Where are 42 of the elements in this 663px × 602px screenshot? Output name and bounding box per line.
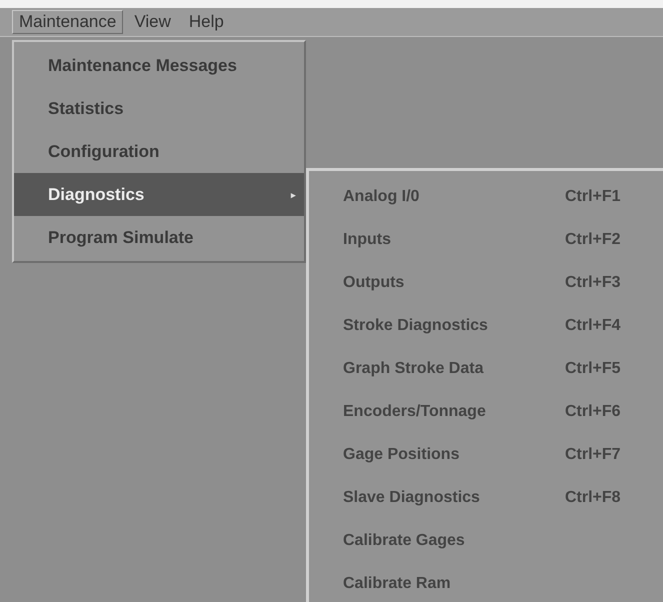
menu-bar-item[interactable]: View bbox=[127, 10, 178, 34]
menu-item-label: Statistics bbox=[48, 98, 124, 118]
menu-item-label: Outputs bbox=[343, 274, 406, 292]
menu-item-label: Gage Positions bbox=[343, 446, 460, 464]
menu-item-label: Analog I/0 bbox=[343, 188, 420, 206]
menu-item-label: Configuration bbox=[48, 142, 160, 162]
menu-bar-item[interactable]: Maintenance bbox=[12, 10, 124, 34]
shortcut-label: Ctrl+F4 bbox=[565, 316, 622, 334]
menu-item[interactable]: Program Simulate bbox=[14, 216, 304, 259]
submenu-item[interactable]: Analog I/0 Ctrl+F1 bbox=[309, 175, 663, 218]
submenu-item[interactable]: Stroke Diagnostics Ctrl+F4 bbox=[309, 304, 663, 347]
submenu-arrow-icon: ▸ bbox=[291, 190, 296, 200]
menu-item[interactable]: Configuration bbox=[14, 130, 304, 173]
menu-item[interactable]: Maintenance Messages bbox=[14, 44, 304, 87]
menu-bar-item[interactable]: Help bbox=[182, 10, 231, 34]
submenu-item[interactable]: Calibrate Gages bbox=[309, 519, 663, 562]
menu-item[interactable]: Diagnostics ▸ bbox=[14, 173, 304, 216]
menu-item-label: Encoders/Tonnage bbox=[343, 402, 487, 420]
menu-item-label: Inputs bbox=[343, 230, 392, 248]
shortcut-label: Ctrl+F2 bbox=[565, 230, 622, 248]
shortcut-label: Ctrl+F6 bbox=[565, 402, 622, 420]
shortcut-label: Ctrl+F8 bbox=[565, 488, 622, 506]
menu-item-label: Diagnostics bbox=[48, 184, 144, 204]
submenu-item[interactable]: Graph Stroke Data Ctrl+F5 bbox=[309, 347, 663, 390]
submenu-item[interactable]: Inputs Ctrl+F2 bbox=[309, 218, 663, 261]
menu-item-label: Stroke Diagnostics bbox=[343, 316, 489, 334]
shortcut-label: Ctrl+F1 bbox=[565, 188, 622, 206]
menu-item-label: Maintenance Messages bbox=[48, 56, 237, 76]
shortcut-label: Ctrl+F3 bbox=[565, 274, 622, 292]
submenu-item[interactable]: Outputs Ctrl+F3 bbox=[309, 261, 663, 304]
menu-item-label: Slave Diagnostics bbox=[343, 488, 481, 506]
menu-item-label: Calibrate Ram bbox=[343, 574, 452, 592]
submenu-item[interactable]: Calibrate Ram bbox=[309, 562, 663, 602]
shortcut-label: Ctrl+F5 bbox=[565, 360, 622, 378]
menu-item-label: Graph Stroke Data bbox=[343, 360, 485, 378]
submenu-item[interactable]: Gage Positions Ctrl+F7 bbox=[309, 433, 663, 476]
submenu-item[interactable]: Slave Diagnostics Ctrl+F8 bbox=[309, 476, 663, 519]
menu-item-label: Calibrate Gages bbox=[343, 532, 466, 550]
shortcut-label: Ctrl+F7 bbox=[565, 446, 622, 464]
menu-item-label: Program Simulate bbox=[48, 228, 194, 248]
submenu-item[interactable]: Encoders/Tonnage Ctrl+F6 bbox=[309, 390, 663, 433]
menu-item[interactable]: Statistics bbox=[14, 87, 304, 130]
